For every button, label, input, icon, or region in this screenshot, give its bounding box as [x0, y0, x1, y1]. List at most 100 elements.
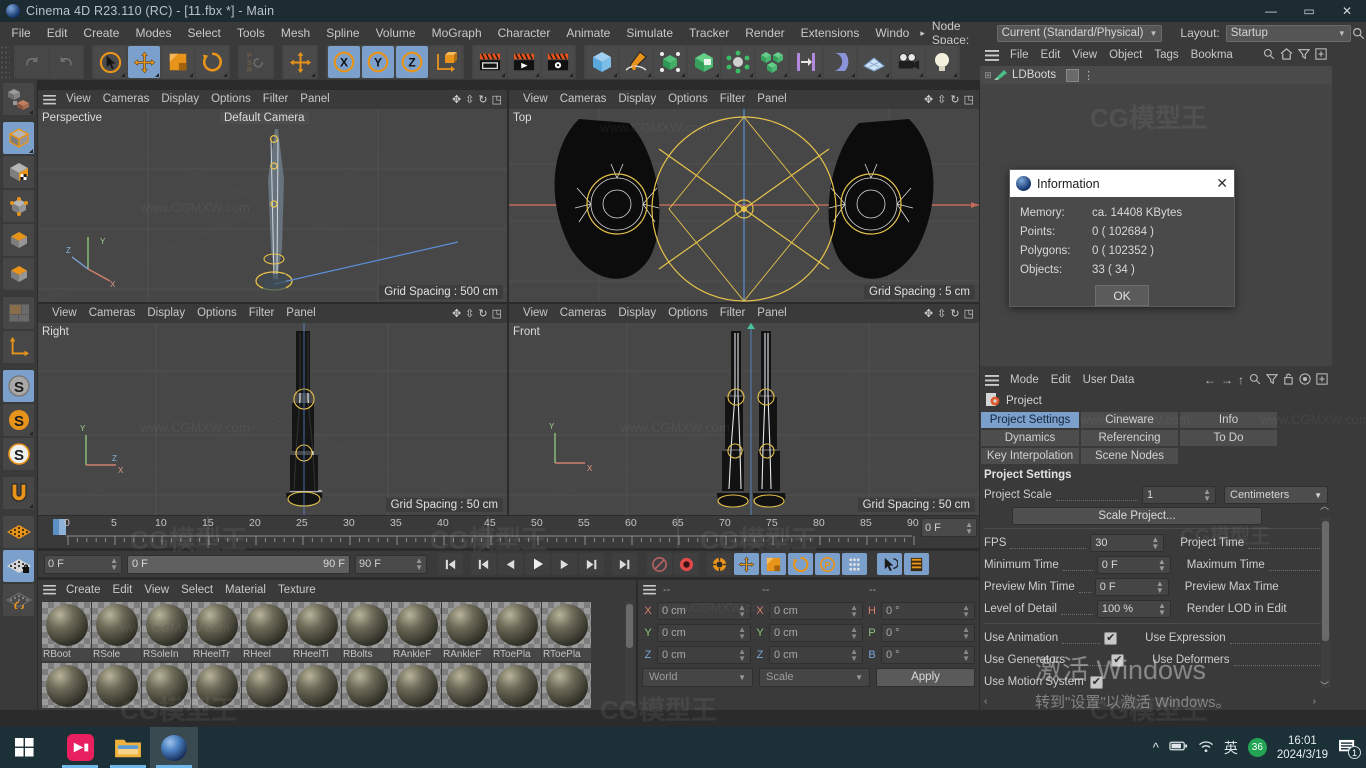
search-icon[interactable] [1249, 373, 1261, 388]
close-button[interactable]: ✕ [1328, 0, 1366, 22]
add-icon[interactable] [1315, 47, 1327, 63]
attr-menu-mode[interactable]: Mode [1004, 369, 1045, 391]
vp-menu-view[interactable]: View [517, 304, 554, 323]
vp-menu-cameras[interactable]: Cameras [83, 304, 142, 323]
vp-menu-panel[interactable]: Panel [280, 304, 321, 323]
vp-menu-cameras[interactable]: Cameras [97, 90, 156, 109]
pan-icon[interactable]: ✥ [924, 307, 933, 320]
menu-overflow-arrow-icon[interactable]: ▸ [917, 28, 928, 39]
material-item[interactable] [42, 663, 91, 708]
tab-cineware[interactable]: Cineware [1080, 411, 1179, 429]
tag-icon[interactable] [1066, 68, 1080, 82]
material-item[interactable] [392, 663, 441, 708]
spinner-icon[interactable]: ▲ ▼ [738, 648, 746, 663]
lock-icon[interactable] [1283, 373, 1294, 388]
animation-mode-button[interactable] [877, 553, 902, 575]
material-item[interactable] [542, 663, 591, 708]
dolly-icon[interactable]: ⇳ [937, 307, 946, 320]
spinner-icon[interactable]: ▲ ▼ [1158, 558, 1166, 573]
ime-indicator[interactable]: 英 [1224, 738, 1238, 758]
magnet-button[interactable] [3, 477, 34, 509]
om-menu-file[interactable]: File [1004, 44, 1035, 66]
information-ok-button[interactable]: OK [1095, 285, 1149, 306]
pla-key-button[interactable]: P [815, 553, 840, 575]
menu-render[interactable]: Render [737, 22, 792, 44]
material-item[interactable]: RToePla [492, 602, 541, 661]
tab-info[interactable]: Info [1179, 411, 1278, 429]
spinner-icon[interactable]: ▲ ▼ [415, 557, 423, 572]
vp-menu-display[interactable]: Display [612, 90, 662, 109]
record-icon[interactable] [1299, 372, 1311, 388]
material-item[interactable] [442, 663, 491, 708]
start-button[interactable] [0, 727, 48, 768]
render-settings-button[interactable] [542, 46, 574, 78]
home-icon[interactable] [1280, 47, 1293, 63]
position-y-field[interactable]: 0 cm ▲ ▼ [657, 624, 751, 642]
redo-button[interactable] [50, 46, 82, 78]
material-item[interactable]: RHeelTr [192, 602, 241, 661]
cloner-button[interactable] [756, 46, 788, 78]
menu-animate[interactable]: Animate [558, 22, 618, 44]
material-item[interactable] [92, 663, 141, 708]
menu-create[interactable]: Create [75, 22, 127, 44]
menu-character[interactable]: Character [490, 22, 559, 44]
material-item[interactable] [342, 663, 391, 708]
move-tool-button[interactable] [128, 46, 160, 78]
spinner-icon[interactable]: ▲ ▼ [1156, 580, 1164, 595]
rotate-tool-button[interactable] [196, 46, 228, 78]
rotate-view-icon[interactable]: ↻ [478, 93, 487, 106]
rotation-h-field[interactable]: 0 ° ▲ ▼ [881, 602, 975, 620]
add-spline-button[interactable] [620, 46, 652, 78]
viewport-top[interactable]: View Cameras Display Options Filter Pane… [509, 90, 979, 302]
om-menu-view[interactable]: View [1066, 44, 1103, 66]
tab-project-settings[interactable]: Project Settings [980, 411, 1080, 429]
viewport-top-canvas[interactable]: Top Grid Spacing : 5 cm [509, 109, 979, 302]
live-selection-button[interactable] [94, 46, 126, 78]
node-space-select[interactable]: Current (Standard/Physical) ▼ [996, 24, 1163, 42]
project-scale-field[interactable]: 1 ▲ ▼ [1142, 486, 1216, 504]
timeline-mode-button[interactable] [904, 553, 929, 575]
vp-menu-view[interactable]: View [517, 90, 554, 109]
hamburger-icon[interactable] [638, 585, 660, 595]
points-mode-button[interactable] [3, 190, 34, 222]
mat-menu-edit[interactable]: Edit [107, 580, 139, 600]
menu-volume[interactable]: Volume [368, 22, 424, 44]
vp-menu-filter[interactable]: Filter [243, 304, 281, 323]
minimize-button[interactable]: — [1252, 0, 1290, 22]
material-item[interactable] [292, 663, 341, 708]
forward-icon[interactable]: → [1221, 373, 1233, 387]
vp-menu-filter[interactable]: Filter [257, 90, 295, 109]
attr-menu-edit[interactable]: Edit [1045, 369, 1077, 391]
fps-field[interactable]: 30 ▲ ▼ [1090, 534, 1165, 552]
mospline-button[interactable] [790, 46, 822, 78]
viewport-right-canvas[interactable]: Y Z X Right Grid Spacing: 50 cm [38, 323, 507, 515]
tab-scene-nodes[interactable]: Scene Nodes [1080, 447, 1179, 465]
previous-keyframe-button[interactable] [471, 553, 496, 575]
vp-menu-options[interactable]: Options [662, 90, 714, 109]
mat-menu-view[interactable]: View [138, 580, 175, 600]
pan-icon[interactable]: ✥ [452, 93, 461, 106]
vp-menu-options[interactable]: Options [662, 304, 714, 323]
spinner-icon[interactable]: ▲ ▼ [1151, 536, 1159, 551]
record-active-objects-button[interactable] [647, 553, 672, 575]
vp-menu-view[interactable]: View [60, 90, 97, 109]
menu-window[interactable]: Windo [867, 22, 917, 44]
viewport-right[interactable]: View Cameras Display Options Filter Pane… [38, 304, 507, 515]
hamburger-icon[interactable] [980, 49, 1004, 61]
maximize-view-icon[interactable]: ◳ [492, 307, 502, 320]
taskbar-clock[interactable]: 16:01 2024/3/19 [1277, 734, 1328, 762]
enable-snap-button[interactable]: S [3, 370, 34, 402]
minimum-time-field[interactable]: 0 F ▲ ▼ [1096, 556, 1171, 574]
spinner-icon[interactable]: ▲ ▼ [850, 626, 858, 641]
dolly-icon[interactable]: ⇳ [465, 307, 474, 320]
position-x-field[interactable]: 0 cm ▲ ▼ [657, 602, 751, 620]
add-icon[interactable] [1316, 372, 1328, 388]
menu-file[interactable]: File [3, 22, 38, 44]
rotate-view-icon[interactable]: ↻ [478, 307, 487, 320]
tab-referencing[interactable]: Referencing [1080, 429, 1179, 447]
render-picture-viewer-button[interactable] [508, 46, 540, 78]
up-icon[interactable]: ↑ [1238, 373, 1244, 387]
menu-spline[interactable]: Spline [318, 22, 367, 44]
material-item[interactable]: RBoot [42, 602, 91, 661]
om-menu-object[interactable]: Object [1103, 44, 1148, 66]
